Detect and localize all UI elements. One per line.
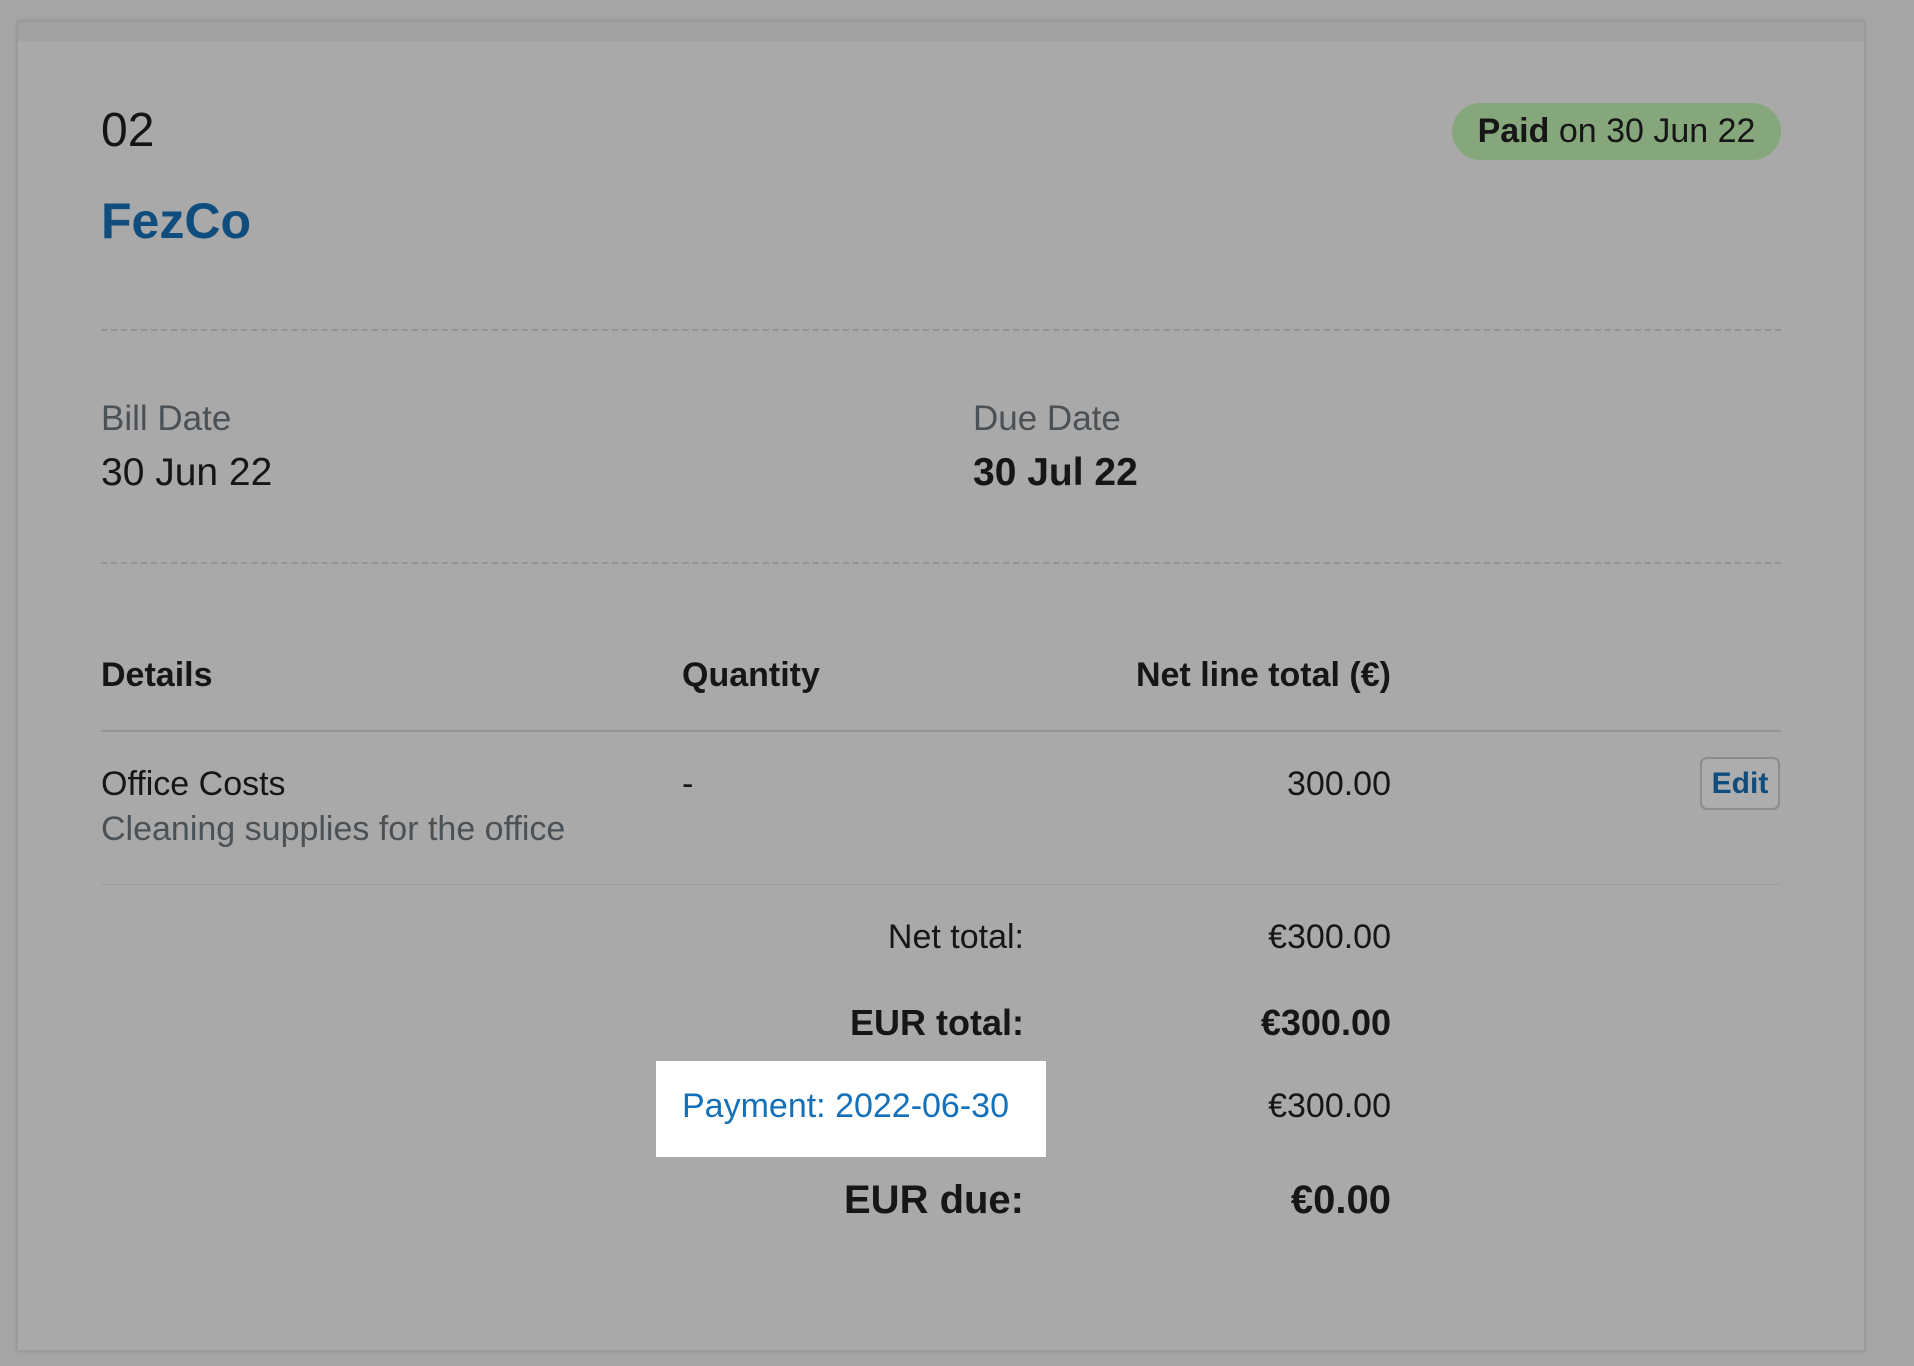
eur-total-label: EUR total: bbox=[850, 1002, 1024, 1043]
line-item-title: Office Costs bbox=[101, 765, 286, 803]
bill-number: 02 bbox=[101, 104, 155, 157]
bill-date-value: 30 Jun 22 bbox=[101, 451, 273, 494]
table-header-rule bbox=[101, 730, 1781, 732]
line-item-description: Cleaning supplies for the office bbox=[101, 810, 566, 848]
dates-divider bbox=[101, 562, 1781, 564]
line-item-net-total: 300.00 bbox=[1287, 765, 1391, 803]
status-strong-text: Paid bbox=[1477, 112, 1550, 150]
line-item-quantity: - bbox=[682, 765, 694, 803]
details-column-header: Details bbox=[101, 656, 213, 694]
due-date-label: Due Date bbox=[973, 399, 1121, 438]
status-date-text: on 30 Jun 22 bbox=[1549, 112, 1756, 150]
net-line-total-column-header: Net line total (€) bbox=[1135, 656, 1391, 694]
supplier-link[interactable]: FezCo bbox=[101, 192, 251, 250]
eur-due-label: EUR due: bbox=[844, 1178, 1024, 1222]
table-row-rule bbox=[101, 884, 1781, 885]
header-divider bbox=[101, 329, 1781, 331]
quantity-column-header: Quantity bbox=[682, 656, 820, 694]
edit-line-item-button[interactable]: Edit bbox=[1700, 757, 1780, 810]
card-top-bar bbox=[18, 22, 1864, 41]
bill-date-label: Bill Date bbox=[101, 399, 232, 438]
net-total-label: Net total: bbox=[887, 918, 1024, 956]
eur-due-value: €0.00 bbox=[1290, 1178, 1391, 1222]
paid-status-badge: Paid on 30 Jun 22 bbox=[1452, 103, 1781, 160]
eur-total-value: €300.00 bbox=[1260, 1002, 1391, 1043]
payment-value: €300.00 bbox=[1268, 1087, 1391, 1125]
due-date-value: 30 Jul 22 bbox=[973, 451, 1138, 494]
net-total-value: €300.00 bbox=[1268, 918, 1391, 956]
payment-link[interactable]: Payment: 2022-06-30 bbox=[682, 1087, 1009, 1126]
